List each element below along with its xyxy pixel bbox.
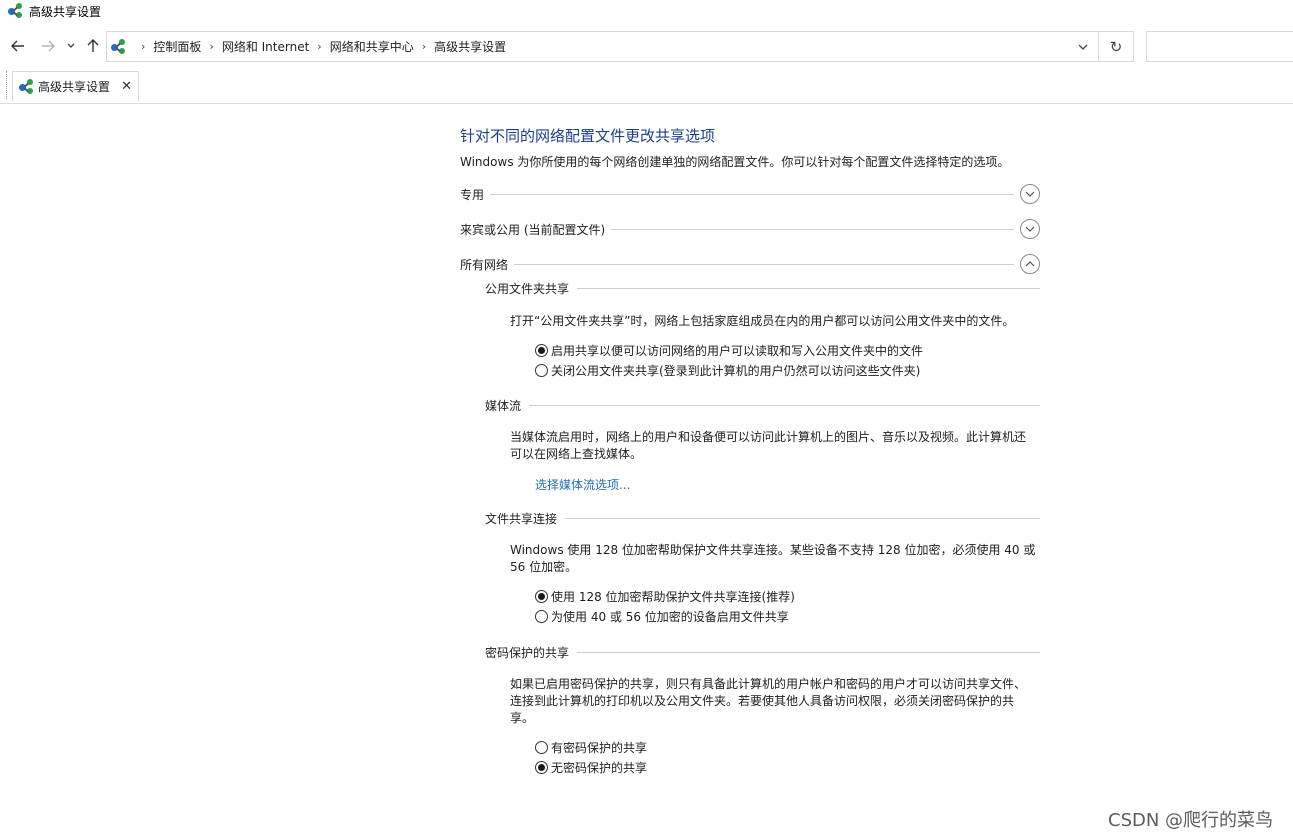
network-icon — [19, 78, 35, 95]
radio-40-56-bit-encryption[interactable]: 为使用 40 或 56 位加密的设备启用文件共享 — [535, 607, 789, 625]
up-button[interactable] — [82, 35, 104, 57]
radio-password-protected-off[interactable]: 无密码保护的共享 — [535, 758, 647, 776]
navigation-bar: › 控制面板 › 网络和 Internet › 网络和共享中心 › 高级共享设置… — [0, 31, 1293, 62]
radio-button[interactable] — [535, 740, 548, 754]
section-description: 当媒体流启用时，网络上的用户和设备便可以访问此计算机上的图片、音乐以及视频。此计… — [510, 429, 1040, 463]
radio-button[interactable] — [535, 363, 548, 377]
radio-label: 无密码保护的共享 — [551, 760, 648, 775]
description-line: 可以在网络上查找媒体。 — [510, 447, 643, 461]
chevron-right-icon[interactable]: › — [422, 40, 426, 53]
radio-button[interactable] — [535, 609, 548, 623]
page-title: 针对不同的网络配置文件更改共享选项 — [460, 127, 716, 145]
section-description: 打开“公用文件夹共享”时，网络上包括家庭组成员在内的用户都可以访问公用文件夹中的… — [510, 314, 1015, 328]
description-line: 56 位加密。 — [510, 560, 578, 574]
radio-label: 有密码保护的共享 — [551, 740, 648, 755]
description-line: 如果已启用密码保护的共享，则只有具备此计算机的用户帐户和密码的用户才可以访问共享… — [510, 677, 1027, 691]
breadcrumb-network-sharing-center[interactable]: 网络和共享中心 — [330, 38, 414, 55]
watermark: CSDN @爬行的菜鸟 — [1108, 810, 1274, 831]
divider — [577, 287, 1040, 289]
breadcrumb-control-panel[interactable]: 控制面板 — [153, 38, 201, 55]
description-line: 连接到此计算机的打印机以及公用文件夹。若要使其他人具备访问权限，必须关闭密码保护… — [510, 694, 1015, 708]
tab-grip — [6, 71, 7, 99]
radio-label: 使用 128 位加密帮助保护文件共享连接(推荐) — [551, 589, 795, 604]
window-title: 高级共享设置 — [29, 4, 102, 19]
breadcrumb-advanced-sharing[interactable]: 高级共享设置 — [434, 38, 506, 55]
radio-label: 为使用 40 或 56 位加密的设备启用文件共享 — [551, 609, 789, 624]
section-title: 文件共享连接 — [485, 511, 558, 526]
tab-bar: 高级共享设置 ✕ — [0, 68, 1293, 104]
arrow-left-icon — [11, 40, 24, 52]
tab-label: 高级共享设置 — [38, 80, 111, 94]
refresh-button[interactable]: ↻ — [1099, 31, 1134, 62]
divider — [611, 228, 1014, 230]
chevron-down-icon — [1025, 191, 1035, 197]
section-public-folder-sharing: 公用文件夹共享 — [485, 279, 1040, 297]
radio-button[interactable] — [535, 760, 548, 774]
section-file-sharing-connections: 文件共享连接 — [485, 509, 1040, 527]
close-icon[interactable]: ✕ — [121, 79, 132, 94]
network-icon — [8, 3, 24, 19]
chevron-right-icon[interactable]: › — [317, 40, 321, 53]
arrow-up-icon — [87, 39, 99, 52]
radio-128-bit-encryption[interactable]: 使用 128 位加密帮助保护文件共享连接(推荐) — [535, 587, 795, 605]
divider — [565, 517, 1040, 519]
media-streaming-options-link[interactable]: 选择媒体流选项... — [535, 476, 630, 493]
description-line: 当媒体流启用时，网络上的用户和设备便可以访问此计算机上的图片、音乐以及视频。此计… — [510, 430, 1027, 444]
profile-label: 来宾或公用 (当前配置文件) — [460, 222, 606, 237]
chevron-right-icon[interactable]: › — [141, 40, 145, 53]
collapse-button[interactable] — [1020, 254, 1040, 274]
profile-guest-public[interactable]: 来宾或公用 (当前配置文件) — [460, 219, 1040, 239]
forward-button[interactable] — [37, 35, 59, 57]
radio-label: 启用共享以便可以访问网络的用户可以读取和写入公用文件夹中的文件 — [551, 343, 924, 358]
chevron-down-icon — [67, 43, 75, 48]
section-title: 公用文件夹共享 — [485, 281, 570, 296]
section-title: 媒体流 — [485, 398, 522, 413]
back-button[interactable] — [7, 35, 29, 57]
chevron-down-icon — [1025, 226, 1035, 232]
section-title: 密码保护的共享 — [485, 645, 570, 660]
chevron-down-icon — [1078, 44, 1088, 50]
description-line: Windows 使用 128 位加密帮助保护文件共享连接。某些设备不支持 128… — [510, 543, 1036, 557]
radio-button[interactable] — [535, 343, 548, 357]
address-dropdown-button[interactable] — [1074, 38, 1092, 56]
radio-disable-public-sharing[interactable]: 关闭公用文件夹共享(登录到此计算机的用户仍然可以访问这些文件夹) — [535, 361, 920, 379]
section-password-protected-sharing: 密码保护的共享 — [485, 643, 1040, 661]
section-description: 如果已启用密码保护的共享，则只有具备此计算机的用户帐户和密码的用户才可以访问共享… — [510, 676, 1040, 727]
network-icon — [111, 38, 127, 55]
arrow-right-icon — [42, 40, 55, 52]
radio-label: 关闭公用文件夹共享(登录到此计算机的用户仍然可以访问这些文件夹) — [551, 363, 921, 378]
recent-locations-button[interactable] — [61, 35, 81, 57]
tab-advanced-sharing[interactable]: 高级共享设置 ✕ — [12, 71, 139, 101]
divider — [490, 193, 1014, 195]
profile-private[interactable]: 专用 — [460, 184, 1040, 204]
search-input[interactable] — [1146, 31, 1293, 62]
section-description: Windows 使用 128 位加密帮助保护文件共享连接。某些设备不支持 128… — [510, 542, 1040, 576]
expand-button[interactable] — [1020, 219, 1040, 239]
radio-enable-public-sharing[interactable]: 启用共享以便可以访问网络的用户可以读取和写入公用文件夹中的文件 — [535, 341, 923, 359]
description-line: 享。 — [510, 711, 535, 725]
divider — [529, 404, 1040, 406]
profile-label: 专用 — [460, 187, 485, 202]
divider — [577, 651, 1040, 653]
chevron-right-icon[interactable]: › — [209, 40, 213, 53]
chevron-up-icon — [1025, 261, 1035, 267]
radio-button[interactable] — [535, 589, 548, 603]
radio-password-protected-on[interactable]: 有密码保护的共享 — [535, 738, 647, 756]
address-bar[interactable]: › 控制面板 › 网络和 Internet › 网络和共享中心 › 高级共享设置 — [106, 31, 1099, 62]
divider — [514, 263, 1014, 265]
page-intro: Windows 为你所使用的每个网络创建单独的网络配置文件。你可以针对每个配置文… — [460, 155, 1010, 169]
breadcrumb-network-internet[interactable]: 网络和 Internet — [222, 38, 309, 55]
title-bar: 高级共享设置 — [0, 0, 1293, 22]
refresh-icon: ↻ — [1109, 37, 1123, 56]
profile-label: 所有网络 — [460, 257, 509, 272]
expand-button[interactable] — [1020, 184, 1040, 204]
section-media-streaming: 媒体流 — [485, 396, 1040, 414]
profile-all-networks[interactable]: 所有网络 — [460, 254, 1040, 274]
